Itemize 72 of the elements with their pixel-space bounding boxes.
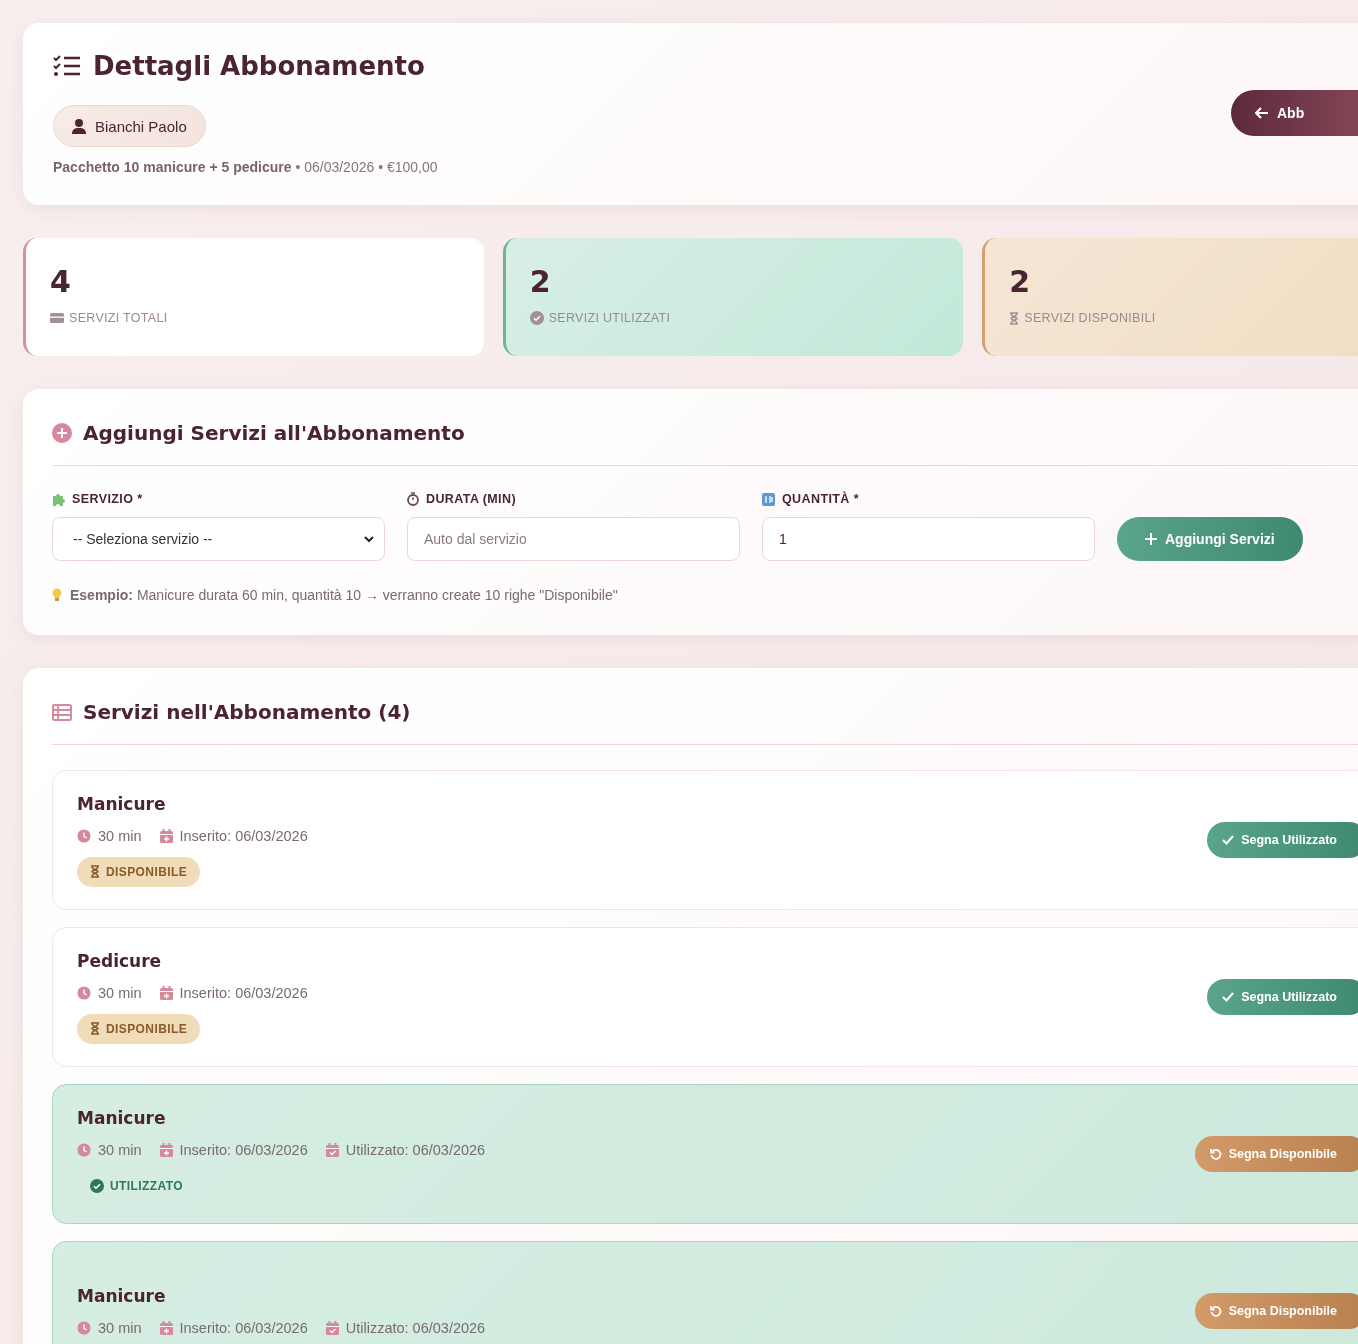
clock-icon [77, 828, 91, 843]
inserted-date: Inserito: 06/03/2026 [179, 1141, 308, 1158]
clock-icon [77, 1321, 91, 1335]
person-icon [72, 118, 86, 134]
checklist-icon [53, 54, 81, 78]
inserted-date: Inserito: 06/03/2026 [179, 827, 308, 844]
mark-used-button[interactable]: Segna Utilizzato [1207, 979, 1358, 1015]
stopwatch-icon [407, 492, 419, 506]
hourglass-icon [1009, 311, 1020, 325]
mark-available-button[interactable]: Segna Disponibile [1194, 1293, 1358, 1329]
undo-icon [1209, 1305, 1222, 1317]
inserted-date: Inserito: 06/03/2026 [179, 984, 308, 1001]
duration-field[interactable]: Auto dal servizio [407, 517, 740, 561]
calendar-icon [325, 1142, 339, 1157]
back-button[interactable]: Abb [1231, 90, 1358, 136]
calendar-icon [159, 1142, 173, 1157]
puzzle-icon [52, 492, 65, 506]
service-select[interactable]: -- Seleziona servizio -- [52, 517, 385, 561]
stat-label: SERVIZI TOTALI [69, 311, 168, 325]
calendar-icon [159, 985, 173, 1000]
hourglass-icon [90, 1022, 100, 1035]
service-name: Manicure [77, 793, 167, 814]
duration-text: 30 min [98, 827, 142, 844]
calendar-icon [159, 1321, 173, 1335]
arrow-left-icon [1255, 107, 1269, 119]
inserted-date: Inserito: 06/03/2026 [179, 1320, 308, 1336]
check-circle-icon [90, 1178, 104, 1193]
calendar-icon [159, 828, 173, 843]
client-name: Bianchi Paolo [95, 117, 187, 135]
calendar-icon [325, 1321, 339, 1335]
hourglass-icon [90, 865, 100, 878]
subscription-summary: Pacchetto 10 manicure + 5 pedicure • 06/03/2026 • €100,00 [53, 159, 439, 175]
stat-value: 4 [50, 264, 72, 299]
plus-icon [1145, 533, 1157, 545]
status-label: UTILIZZATO [77, 1170, 196, 1201]
duration-text: 30 min [98, 1320, 142, 1336]
clock-icon [77, 1142, 91, 1157]
check-icon [1222, 835, 1235, 845]
stat-value: 2 [529, 264, 552, 299]
mark-available-button[interactable]: Segna Disponibile [1194, 1136, 1358, 1172]
clock-icon [77, 985, 91, 1000]
section-title: Servizi nell'Abbonamento (4) [83, 700, 411, 724]
list-icon [52, 703, 72, 721]
section-title: Aggiungi Servizi all'Abbonamento [83, 421, 465, 445]
numbers-icon [762, 492, 775, 506]
undo-icon [1209, 1148, 1222, 1160]
status-badge: DISPONIBILE [77, 856, 201, 887]
plus-circle-icon [52, 423, 72, 443]
status-badge: DISPONIBILE [77, 1013, 201, 1044]
page-title: Dettagli Abbonamento [93, 51, 425, 81]
used-date: Utilizzato: 06/03/2026 [345, 1141, 486, 1158]
duration-text: 30 min [98, 984, 142, 1001]
used-date: Utilizzato: 06/03/2026 [345, 1320, 486, 1336]
stat-label: SERVIZI UTILIZZATI [548, 311, 671, 325]
check-circle-icon [529, 311, 544, 325]
duration-text: 30 min [98, 1141, 142, 1158]
service-name: Manicure [77, 1107, 167, 1128]
service-name: Manicure [77, 1286, 167, 1306]
stat-value: 2 [1009, 264, 1032, 299]
example-hint: Esempio: Manicure durata 60 min, quantità 10 → verranno create 10 righe "Disponibile" [70, 587, 618, 603]
stat-label: SERVIZI DISPONIBILI [1024, 311, 1156, 325]
add-services-button[interactable]: Aggiungi Servizi [1117, 517, 1303, 561]
quantity-field[interactable]: 1 [762, 517, 1095, 561]
lightbulb-icon [52, 588, 62, 602]
chevron-down-icon [364, 535, 374, 543]
field-label: SERVIZIO * [72, 492, 143, 506]
ticket-icon [50, 313, 64, 323]
check-icon [1222, 992, 1235, 1002]
field-label: QUANTITÀ * [782, 492, 859, 506]
field-label: DURATA (MIN) [426, 492, 516, 506]
mark-used-button[interactable]: Segna Utilizzato [1207, 822, 1358, 858]
service-name: Pedicure [77, 950, 163, 971]
